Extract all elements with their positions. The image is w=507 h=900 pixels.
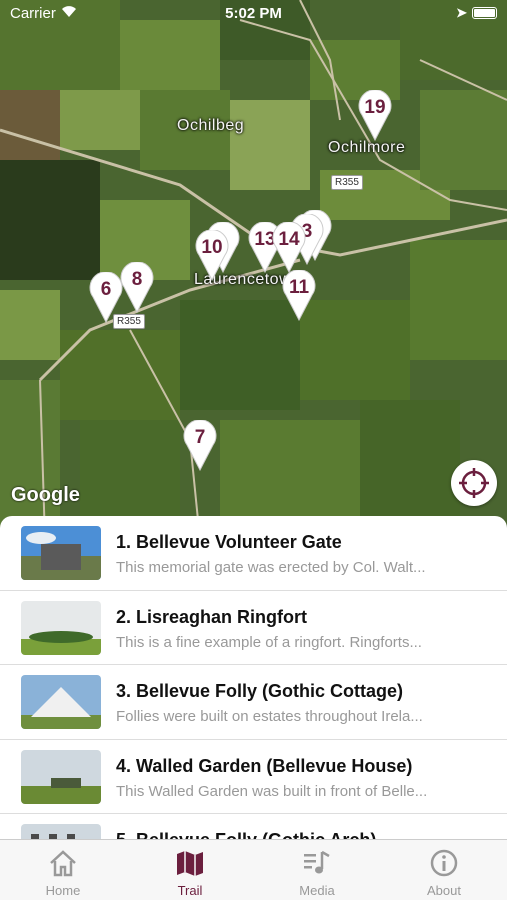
list-item[interactable]: 5. Bellevue Folly (Gothic Arch) [0,814,507,839]
status-bar: Carrier 5:02 PM ➤ [0,0,507,28]
tab-label: Media [299,883,335,898]
thumbnail-image [21,526,101,580]
list-item-title: 2. Lisreaghan Ringfort [116,606,308,627]
map-pin[interactable]: 14 [272,222,306,274]
tab-home[interactable]: Home [0,840,126,900]
map-pin[interactable]: 7 [183,420,217,472]
list-item-title: 1. Bellevue Volunteer Gate [116,532,342,552]
list-item[interactable]: 2. Lisreaghan Ringfort This is a fine ex… [0,591,507,665]
tab-label: Trail [177,883,203,898]
thumbnail-image [21,824,101,839]
list-item[interactable]: 4. Walled Garden (Bellevue House) This W… [0,740,507,814]
list-item-title: 5. Bellevue Folly (Gothic Arch) [116,830,376,839]
list-item[interactable]: 1. Bellevue Volunteer Gate This memorial… [0,516,507,591]
map-pin[interactable]: 6 [89,272,123,324]
my-location-button[interactable] [451,460,497,506]
tab-about[interactable]: About [381,840,507,900]
battery-icon [472,7,497,19]
thumbnail-image [21,600,101,655]
list-item-title: 3. Bellevue Folly (Gothic Cottage) [116,681,404,701]
tab-media[interactable]: Media [254,840,380,900]
list-item-desc: This memorial gate was erected by Col. W… [116,559,426,576]
home-icon [50,850,76,877]
trail-list[interactable]: 1. Bellevue Volunteer Gate This memorial… [0,516,507,839]
music-icon [304,850,330,874]
list-item-desc: This Walled Garden was built in front of… [116,782,428,800]
thumbnail-image [21,675,101,729]
tab-label: Home [45,883,81,898]
google-logo: Google [11,484,80,506]
list-item-desc: This is a fine example of a ringfort. Ri… [116,633,422,651]
list-item-desc: Follies were built on estates throughout… [116,708,423,725]
map-pin[interactable]: 8 [120,262,154,314]
tab-trail[interactable]: Trail [127,840,253,900]
place-label: Ochilbeg [177,117,245,134]
road-tag: R355 [331,175,363,190]
list-item-title: 4. Walled Garden (Bellevue House) [116,755,413,776]
map-pin[interactable]: 10 [195,230,229,282]
info-icon [430,849,458,877]
location-arrow-icon: ➤ [456,5,467,20]
map-view[interactable]: Carrier 5:02 PM ➤ Ochilbeg Ochilmore Lau… [0,0,507,540]
map-icon [177,851,203,876]
thumbnail-image [21,749,101,804]
tab-label: About [427,883,461,898]
map-pin[interactable]: 19 [358,90,392,142]
tab-bar: Home Trail Media About [0,839,507,900]
crosshair-icon [459,468,489,498]
map-pin[interactable]: 11 [282,270,316,322]
status-time: 5:02 PM [225,5,282,22]
list-item[interactable]: 3. Bellevue Folly (Gothic Cottage) Folli… [0,665,507,740]
